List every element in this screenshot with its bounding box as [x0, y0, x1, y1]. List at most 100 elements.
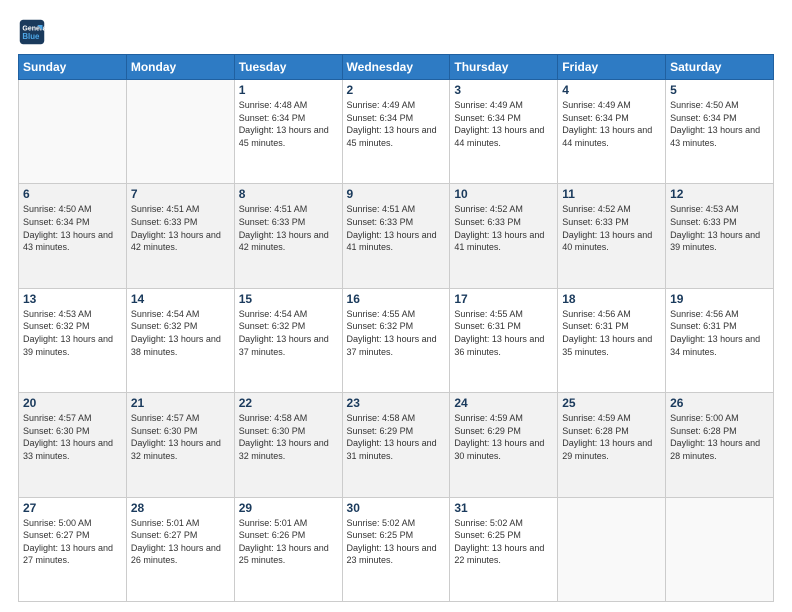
day-number: 15 — [239, 292, 338, 306]
day-number: 28 — [131, 501, 230, 515]
weekday-header-monday: Monday — [126, 55, 234, 80]
weekday-header-row: SundayMondayTuesdayWednesdayThursdayFrid… — [19, 55, 774, 80]
day-info: Sunrise: 5:01 AM Sunset: 6:27 PM Dayligh… — [131, 517, 230, 567]
day-number: 24 — [454, 396, 553, 410]
day-info: Sunrise: 4:53 AM Sunset: 6:32 PM Dayligh… — [23, 308, 122, 358]
day-info: Sunrise: 5:02 AM Sunset: 6:25 PM Dayligh… — [454, 517, 553, 567]
calendar-cell: 24Sunrise: 4:59 AM Sunset: 6:29 PM Dayli… — [450, 393, 558, 497]
day-info: Sunrise: 4:48 AM Sunset: 6:34 PM Dayligh… — [239, 99, 338, 149]
calendar-cell: 30Sunrise: 5:02 AM Sunset: 6:25 PM Dayli… — [342, 497, 450, 601]
day-number: 23 — [347, 396, 446, 410]
day-info: Sunrise: 4:49 AM Sunset: 6:34 PM Dayligh… — [347, 99, 446, 149]
day-number: 1 — [239, 83, 338, 97]
day-info: Sunrise: 4:51 AM Sunset: 6:33 PM Dayligh… — [347, 203, 446, 253]
page: General Blue SundayMondayTuesdayWednesda… — [0, 0, 792, 612]
day-info: Sunrise: 4:53 AM Sunset: 6:33 PM Dayligh… — [670, 203, 769, 253]
day-info: Sunrise: 4:50 AM Sunset: 6:34 PM Dayligh… — [23, 203, 122, 253]
week-row-4: 20 Sunrise: 4:57 AM Sunset: 6:30 PM Dayli… — [19, 393, 774, 497]
day-info: Sunrise: 4:54 AM Sunset: 6:32 PM Dayligh… — [131, 308, 230, 358]
day-number: 29 — [239, 501, 338, 515]
calendar-cell: 3Sunrise: 4:49 AM Sunset: 6:34 PM Daylig… — [450, 80, 558, 184]
calendar-cell — [126, 80, 234, 184]
calendar-cell: 10 Sunrise: 4:52 AM Sunset: 6:33 PM Dayli… — [450, 184, 558, 288]
day-number: 16 — [347, 292, 446, 306]
day-number: 8 — [239, 187, 338, 201]
calendar-cell — [558, 497, 666, 601]
day-info: Sunrise: 5:00 AM Sunset: 6:28 PM Dayligh… — [670, 412, 769, 462]
day-info: Sunrise: 4:52 AM Sunset: 6:33 PM Dayligh… — [562, 203, 661, 253]
day-number: 22 — [239, 396, 338, 410]
calendar-cell: 19 Sunrise: 4:56 AM Sunset: 6:31 PM Dayli… — [666, 288, 774, 392]
day-number: 9 — [347, 187, 446, 201]
weekday-header-friday: Friday — [558, 55, 666, 80]
logo: General Blue — [18, 18, 50, 46]
calendar-cell: 21Sunrise: 4:57 AM Sunset: 6:30 PM Dayli… — [126, 393, 234, 497]
day-info: Sunrise: 4:56 AM Sunset: 6:31 PM Dayligh… — [562, 308, 661, 358]
day-number: 3 — [454, 83, 553, 97]
calendar-cell: 2 Sunrise: 4:49 AM Sunset: 6:34 PM Daylig… — [342, 80, 450, 184]
calendar-cell: 8 Sunrise: 4:51 AM Sunset: 6:33 PM Daylig… — [234, 184, 342, 288]
calendar-cell — [666, 497, 774, 601]
day-number: 7 — [131, 187, 230, 201]
logo-icon: General Blue — [18, 18, 46, 46]
day-number: 10 — [454, 187, 553, 201]
calendar-cell: 29Sunrise: 5:01 AM Sunset: 6:26 PM Dayli… — [234, 497, 342, 601]
calendar-cell: 7 Sunrise: 4:51 AM Sunset: 6:33 PM Daylig… — [126, 184, 234, 288]
week-row-2: 6 Sunrise: 4:50 AM Sunset: 6:34 PM Daylig… — [19, 184, 774, 288]
weekday-header-thursday: Thursday — [450, 55, 558, 80]
day-number: 20 — [23, 396, 122, 410]
svg-text:Blue: Blue — [22, 32, 40, 41]
calendar-cell: 17 Sunrise: 4:55 AM Sunset: 6:31 PM Dayli… — [450, 288, 558, 392]
day-info: Sunrise: 4:57 AM Sunset: 6:30 PM Dayligh… — [23, 412, 122, 462]
day-info: Sunrise: 4:59 AM Sunset: 6:28 PM Dayligh… — [562, 412, 661, 462]
day-info: Sunrise: 4:55 AM Sunset: 6:31 PM Dayligh… — [454, 308, 553, 358]
day-info: Sunrise: 4:58 AM Sunset: 6:30 PM Dayligh… — [239, 412, 338, 462]
calendar-cell: 23 Sunrise: 4:58 AM Sunset: 6:29 PM Dayli… — [342, 393, 450, 497]
day-info: Sunrise: 4:56 AM Sunset: 6:31 PM Dayligh… — [670, 308, 769, 358]
week-row-3: 13 Sunrise: 4:53 AM Sunset: 6:32 PM Dayli… — [19, 288, 774, 392]
day-info: Sunrise: 5:00 AM Sunset: 6:27 PM Dayligh… — [23, 517, 122, 567]
calendar-cell: 16 Sunrise: 4:55 AM Sunset: 6:32 PM Dayli… — [342, 288, 450, 392]
calendar-cell: 1 Sunrise: 4:48 AM Sunset: 6:34 PM Daylig… — [234, 80, 342, 184]
day-number: 4 — [562, 83, 661, 97]
day-info: Sunrise: 4:52 AM Sunset: 6:33 PM Dayligh… — [454, 203, 553, 253]
day-number: 25 — [562, 396, 661, 410]
calendar-cell: 31 Sunrise: 5:02 AM Sunset: 6:25 PM Dayli… — [450, 497, 558, 601]
day-number: 2 — [347, 83, 446, 97]
day-info: Sunrise: 4:49 AM Sunset: 6:34 PM Dayligh… — [562, 99, 661, 149]
calendar-cell: 11Sunrise: 4:52 AM Sunset: 6:33 PM Dayli… — [558, 184, 666, 288]
weekday-header-wednesday: Wednesday — [342, 55, 450, 80]
day-number: 6 — [23, 187, 122, 201]
calendar-cell: 5Sunrise: 4:50 AM Sunset: 6:34 PM Daylig… — [666, 80, 774, 184]
calendar-cell: 25 Sunrise: 4:59 AM Sunset: 6:28 PM Dayli… — [558, 393, 666, 497]
day-number: 17 — [454, 292, 553, 306]
day-number: 27 — [23, 501, 122, 515]
calendar-cell: 12Sunrise: 4:53 AM Sunset: 6:33 PM Dayli… — [666, 184, 774, 288]
calendar-cell: 18 Sunrise: 4:56 AM Sunset: 6:31 PM Dayli… — [558, 288, 666, 392]
calendar-cell: 22 Sunrise: 4:58 AM Sunset: 6:30 PM Dayli… — [234, 393, 342, 497]
day-info: Sunrise: 4:51 AM Sunset: 6:33 PM Dayligh… — [131, 203, 230, 253]
calendar-cell: 27 Sunrise: 5:00 AM Sunset: 6:27 PM Dayli… — [19, 497, 127, 601]
day-info: Sunrise: 4:51 AM Sunset: 6:33 PM Dayligh… — [239, 203, 338, 253]
day-number: 31 — [454, 501, 553, 515]
day-info: Sunrise: 4:50 AM Sunset: 6:34 PM Dayligh… — [670, 99, 769, 149]
day-info: Sunrise: 4:55 AM Sunset: 6:32 PM Dayligh… — [347, 308, 446, 358]
day-number: 13 — [23, 292, 122, 306]
day-number: 30 — [347, 501, 446, 515]
weekday-header-sunday: Sunday — [19, 55, 127, 80]
calendar-cell: 20 Sunrise: 4:57 AM Sunset: 6:30 PM Dayli… — [19, 393, 127, 497]
day-info: Sunrise: 4:58 AM Sunset: 6:29 PM Dayligh… — [347, 412, 446, 462]
calendar-cell: 6 Sunrise: 4:50 AM Sunset: 6:34 PM Daylig… — [19, 184, 127, 288]
calendar-cell: 9 Sunrise: 4:51 AM Sunset: 6:33 PM Daylig… — [342, 184, 450, 288]
day-number: 26 — [670, 396, 769, 410]
day-number: 19 — [670, 292, 769, 306]
weekday-header-saturday: Saturday — [666, 55, 774, 80]
calendar-cell: 14Sunrise: 4:54 AM Sunset: 6:32 PM Dayli… — [126, 288, 234, 392]
calendar-cell: 13 Sunrise: 4:53 AM Sunset: 6:32 PM Dayli… — [19, 288, 127, 392]
calendar-cell: 4 Sunrise: 4:49 AM Sunset: 6:34 PM Daylig… — [558, 80, 666, 184]
calendar-cell: 15 Sunrise: 4:54 AM Sunset: 6:32 PM Dayli… — [234, 288, 342, 392]
week-row-5: 27 Sunrise: 5:00 AM Sunset: 6:27 PM Dayli… — [19, 497, 774, 601]
day-info: Sunrise: 4:54 AM Sunset: 6:32 PM Dayligh… — [239, 308, 338, 358]
day-number: 18 — [562, 292, 661, 306]
calendar-cell: 26 Sunrise: 5:00 AM Sunset: 6:28 PM Dayli… — [666, 393, 774, 497]
